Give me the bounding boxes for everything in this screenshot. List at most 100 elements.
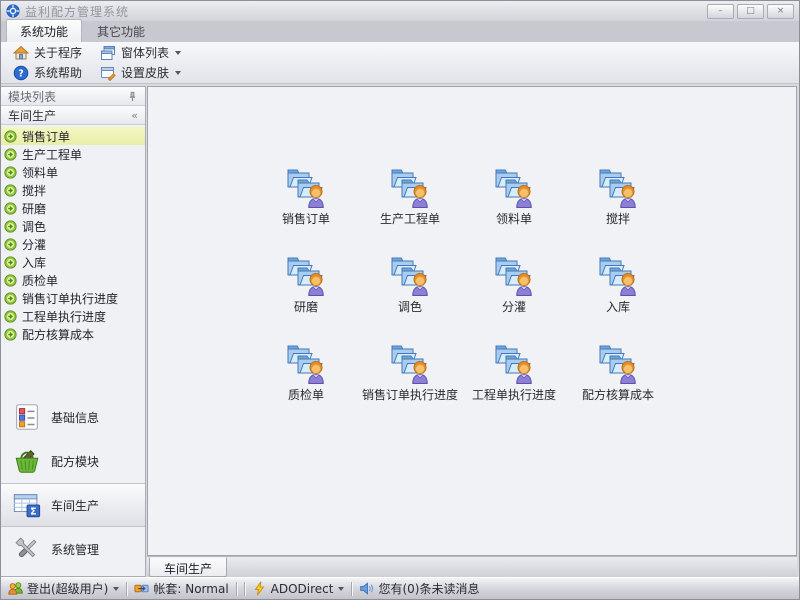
about-program-button[interactable]: 关于程序 — [5, 43, 90, 63]
tab-system-functions[interactable]: 系统功能 — [6, 19, 82, 42]
collapse-icon[interactable]: « — [131, 109, 138, 122]
speaker-icon — [359, 581, 374, 596]
sidebar-item-production-work-order[interactable]: 生产工程单 — [1, 145, 145, 163]
section-system-management[interactable]: 系统管理 — [1, 527, 145, 571]
dropdown-arrow-icon — [175, 51, 181, 55]
window-list-label: 窗体列表 — [121, 44, 169, 61]
separator — [244, 582, 245, 596]
sidebar-item-label: 研磨 — [22, 200, 46, 217]
folder-user-icon — [594, 253, 642, 297]
main-column: 销售订单 生产工程单 领料单 搅拌 — [146, 86, 799, 577]
sidebar-item-formula-cost[interactable]: 配方核算成本 — [1, 325, 145, 343]
system-help-button[interactable]: 系统帮助 — [5, 63, 90, 83]
shortcut-label: 销售订单 — [282, 210, 330, 227]
folder-user-icon — [282, 341, 330, 385]
basket-icon — [12, 446, 42, 476]
shortcut-tinting[interactable]: 调色 — [358, 253, 462, 341]
data-provider-label: ADODirect — [271, 582, 334, 596]
shortcut-sales-order-progress[interactable]: 销售订单执行进度 — [358, 341, 462, 429]
dropdown-arrow-icon — [113, 587, 119, 591]
sidebar-group-label: 车间生产 — [8, 107, 56, 124]
section-workshop-production[interactable]: 车间生产 — [1, 483, 145, 527]
section-label: 车间生产 — [51, 497, 99, 514]
sidebar-item-label: 生产工程单 — [22, 146, 82, 163]
sidebar-item-grinding[interactable]: 研磨 — [1, 199, 145, 217]
logout-label: 登出(超级用户) — [27, 580, 108, 597]
sidebar-item-filling[interactable]: 分灌 — [1, 235, 145, 253]
shortcut-sales-order[interactable]: 销售订单 — [254, 165, 358, 253]
shortcut-filling[interactable]: 分灌 — [462, 253, 566, 341]
sidebar-item-label: 搅拌 — [22, 182, 46, 199]
sidebar-item-label: 调色 — [22, 218, 46, 235]
separator — [351, 582, 352, 596]
shortcut-label: 配方核算成本 — [582, 386, 654, 403]
app-logo-icon — [6, 4, 20, 18]
maximize-button[interactable]: □ — [737, 4, 764, 19]
sidebar-item-label: 销售订单 — [22, 128, 70, 145]
skin-icon — [100, 65, 116, 81]
tools-icon — [12, 534, 42, 564]
green-arrow-icon — [4, 238, 17, 251]
shortcut-label: 研磨 — [294, 298, 318, 315]
tab-workshop-production[interactable]: 车间生产 — [149, 557, 227, 577]
sidebar-header: 模块列表 — [1, 87, 145, 106]
section-label: 系统管理 — [51, 541, 99, 558]
shortcut-label: 销售订单执行进度 — [362, 386, 458, 403]
unread-messages-indicator[interactable]: 您有(0)条未读消息 — [359, 580, 479, 597]
module-shortcut-grid: 销售订单 生产工程单 领料单 搅拌 — [148, 87, 796, 429]
green-arrow-icon — [4, 292, 17, 305]
shortcut-label: 质检单 — [288, 386, 324, 403]
sidebar-item-warehousing[interactable]: 入库 — [1, 253, 145, 271]
home-icon — [13, 45, 29, 61]
sidebar-item-label: 质检单 — [22, 272, 58, 289]
set-skin-button[interactable]: 设置皮肤 — [92, 63, 189, 83]
section-label: 基础信息 — [51, 409, 99, 426]
shortcut-label: 入库 — [606, 298, 630, 315]
shortcut-material-requisition[interactable]: 领料单 — [462, 165, 566, 253]
shortcut-quality-inspection[interactable]: 质检单 — [254, 341, 358, 429]
sidebar-item-work-order-progress[interactable]: 工程单执行进度 — [1, 307, 145, 325]
sidebar-item-material-requisition[interactable]: 领料单 — [1, 163, 145, 181]
main-content: 销售订单 生产工程单 领料单 搅拌 — [147, 86, 797, 556]
shortcut-label: 领料单 — [496, 210, 532, 227]
sidebar-item-sales-order-progress[interactable]: 销售订单执行进度 — [1, 289, 145, 307]
logout-button[interactable]: 登出(超级用户) — [8, 580, 119, 597]
sidebar-item-mixing[interactable]: 搅拌 — [1, 181, 145, 199]
ribbon-toolbar: 关于程序 窗体列表 系统帮助 设置皮肤 — [1, 42, 799, 84]
green-arrow-icon — [4, 130, 17, 143]
section-basic-info[interactable]: 基础信息 — [1, 395, 145, 439]
window-title: 益利配方管理系统 — [25, 3, 704, 20]
data-provider-button[interactable]: ADODirect — [252, 581, 345, 596]
help-icon — [13, 65, 29, 81]
shortcut-production-work-order[interactable]: 生产工程单 — [358, 165, 462, 253]
shortcut-mixing[interactable]: 搅拌 — [566, 165, 670, 253]
green-arrow-icon — [4, 220, 17, 233]
green-arrow-icon — [4, 148, 17, 161]
shortcut-warehousing[interactable]: 入库 — [566, 253, 670, 341]
sidebar-header-label: 模块列表 — [8, 88, 56, 105]
minimize-button[interactable]: – — [707, 4, 734, 19]
sidebar-sections: 基础信息 配方模块 车间生产 系统管理 — [1, 395, 145, 576]
section-formula-module[interactable]: 配方模块 — [1, 439, 145, 483]
pin-icon[interactable] — [127, 91, 138, 102]
sidebar-item-quality-inspection[interactable]: 质检单 — [1, 271, 145, 289]
tab-other-functions[interactable]: 其它功能 — [84, 20, 158, 42]
account-icon — [134, 581, 149, 596]
folder-user-icon — [490, 165, 538, 209]
lightning-icon — [252, 581, 267, 596]
shortcut-formula-cost[interactable]: 配方核算成本 — [566, 341, 670, 429]
window-list-button[interactable]: 窗体列表 — [92, 43, 189, 63]
app-window: 益利配方管理系统 – □ × 系统功能 其它功能 关于程序 窗体列表 系统帮助 … — [0, 0, 800, 600]
sidebar-item-tinting[interactable]: 调色 — [1, 217, 145, 235]
set-skin-label: 设置皮肤 — [121, 64, 169, 81]
sidebar-item-sales-order[interactable]: 销售订单 — [1, 127, 145, 145]
section-label: 配方模块 — [51, 453, 99, 470]
sidebar-group-header: 车间生产 « — [1, 106, 145, 125]
close-button[interactable]: × — [767, 4, 794, 19]
sidebar-item-label: 工程单执行进度 — [22, 308, 106, 325]
shortcut-work-order-progress[interactable]: 工程单执行进度 — [462, 341, 566, 429]
folder-user-icon — [386, 165, 434, 209]
sidebar-item-label: 领料单 — [22, 164, 58, 181]
folder-user-icon — [386, 341, 434, 385]
shortcut-grinding[interactable]: 研磨 — [254, 253, 358, 341]
